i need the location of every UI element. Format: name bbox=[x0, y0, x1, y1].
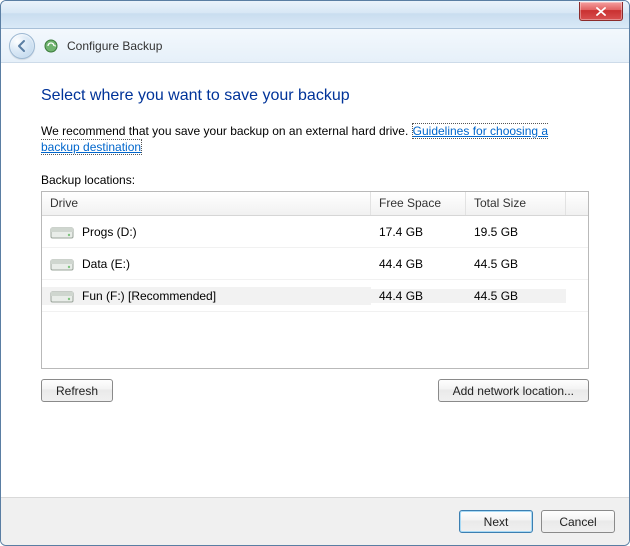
cell-total-size: 44.5 GB bbox=[466, 257, 566, 271]
wizard-footer: Next Cancel bbox=[1, 497, 629, 545]
content-area: Select where you want to save your backu… bbox=[1, 63, 629, 497]
page-heading: Select where you want to save your backu… bbox=[41, 87, 589, 105]
column-header-free[interactable]: Free Space bbox=[371, 192, 466, 215]
grid-body: Progs (D:) 17.4 GB19.5 GB Data (E:) 44.4 GB… bbox=[42, 216, 588, 312]
column-header-total[interactable]: Total Size bbox=[466, 192, 566, 215]
drive-name: Data (E:) bbox=[82, 257, 130, 271]
cancel-button[interactable]: Cancel bbox=[541, 510, 615, 533]
cell-free-space: 17.4 GB bbox=[371, 225, 466, 239]
recommend-text: We recommend that you save your backup o… bbox=[41, 123, 589, 155]
cell-total-size: 44.5 GB bbox=[466, 289, 566, 303]
grid-action-row: Refresh Add network location... bbox=[41, 379, 589, 402]
back-arrow-icon bbox=[15, 39, 29, 53]
recommend-prefix: We recommend that you save your backup o… bbox=[41, 124, 412, 138]
wizard-title: Configure Backup bbox=[67, 39, 162, 53]
cell-free-space: 44.4 GB bbox=[371, 289, 466, 303]
locations-grid: Drive Free Space Total Size Progs (D:) 17… bbox=[41, 191, 589, 369]
drive-name: Fun (F:) [Recommended] bbox=[82, 289, 216, 303]
next-button[interactable]: Next bbox=[459, 510, 533, 533]
table-row[interactable]: Progs (D:) 17.4 GB19.5 GB bbox=[42, 216, 588, 248]
locations-label: Backup locations: bbox=[41, 173, 589, 187]
titlebar bbox=[1, 1, 629, 29]
cell-drive: Progs (D:) bbox=[42, 223, 371, 241]
close-icon bbox=[596, 7, 606, 16]
hard-drive-icon bbox=[50, 255, 74, 273]
wizard-window: Configure Backup Select where you want t… bbox=[0, 0, 630, 546]
cell-free-space: 44.4 GB bbox=[371, 257, 466, 271]
grid-header: Drive Free Space Total Size bbox=[42, 192, 588, 216]
drive-name: Progs (D:) bbox=[82, 225, 137, 239]
refresh-button[interactable]: Refresh bbox=[41, 379, 113, 402]
table-row[interactable]: Data (E:) 44.4 GB44.5 GB bbox=[42, 248, 588, 280]
hard-drive-icon bbox=[50, 287, 74, 305]
column-header-spare bbox=[566, 192, 588, 215]
column-header-drive[interactable]: Drive bbox=[42, 192, 371, 215]
cell-drive: Data (E:) bbox=[42, 255, 371, 273]
back-button[interactable] bbox=[9, 33, 35, 59]
add-network-location-button[interactable]: Add network location... bbox=[438, 379, 589, 402]
app-icon bbox=[43, 38, 59, 54]
table-row[interactable]: Fun (F:) [Recommended] 44.4 GB44.5 GB bbox=[42, 280, 588, 312]
hard-drive-icon bbox=[50, 223, 74, 241]
nav-header: Configure Backup bbox=[1, 29, 629, 63]
cell-total-size: 19.5 GB bbox=[466, 225, 566, 239]
cell-drive: Fun (F:) [Recommended] bbox=[42, 287, 371, 305]
window-close-button[interactable] bbox=[579, 2, 623, 21]
